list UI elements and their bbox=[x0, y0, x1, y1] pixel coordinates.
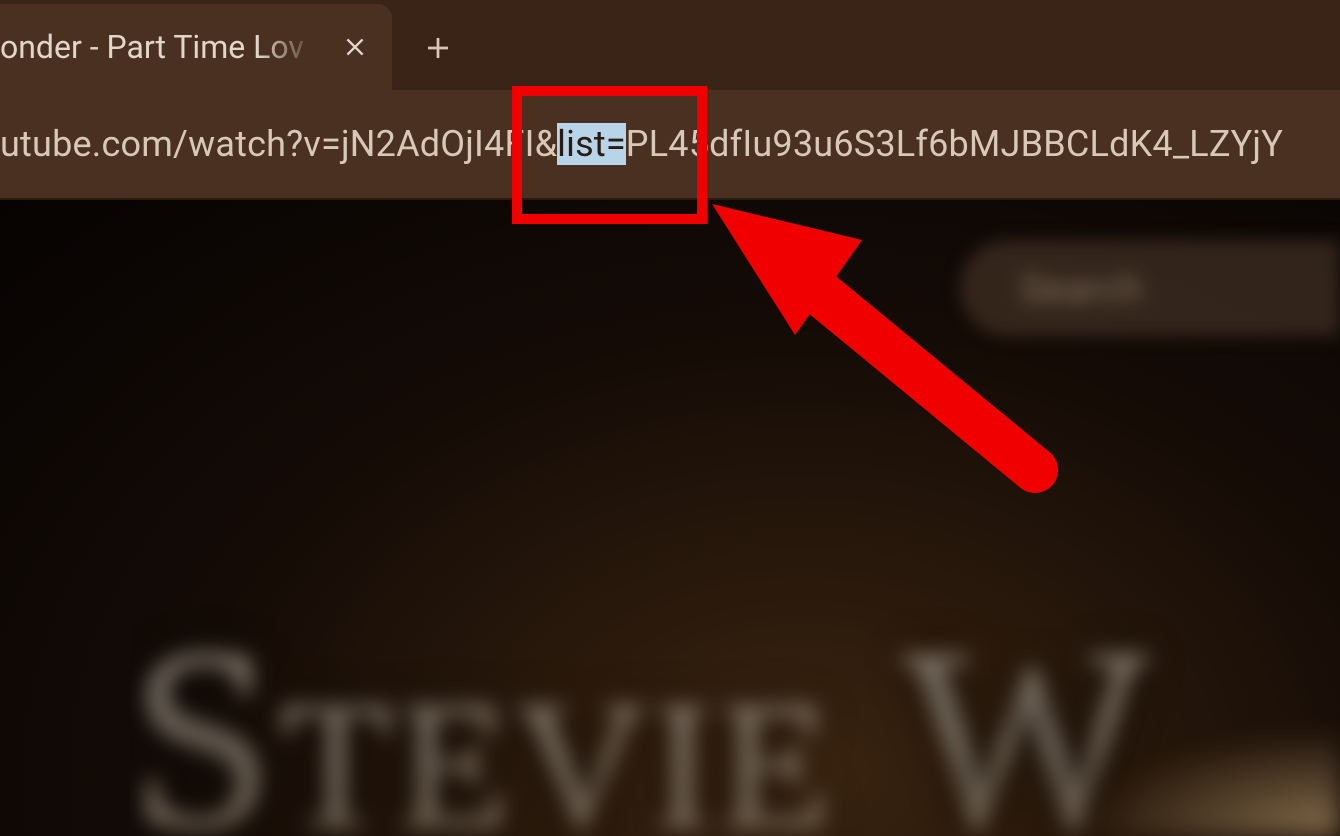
browser-tab[interactable]: onder - Part Time Lov bbox=[0, 4, 392, 90]
toolbar: utube.com/watch?v=jN2AdOjI4FI&list=PL45d… bbox=[0, 90, 1340, 200]
search-box[interactable]: Search bbox=[960, 240, 1340, 336]
url-segment-pre: utube.com/watch?v=jN2AdOjI4FI& bbox=[0, 123, 557, 165]
new-tab-button[interactable] bbox=[414, 24, 462, 72]
plus-icon bbox=[423, 33, 453, 63]
url-segment-selected: list= bbox=[557, 123, 626, 165]
search-placeholder: Search bbox=[1020, 265, 1143, 312]
tab-title: onder - Part Time Lov bbox=[0, 28, 330, 66]
url-segment-post: PL45dfIu93u6S3Lf6bMJBBCLdK4_LZYjY bbox=[626, 123, 1283, 165]
close-icon bbox=[342, 34, 368, 60]
page-content: Search Stevie W bbox=[0, 200, 1340, 836]
close-tab-button[interactable] bbox=[340, 32, 370, 62]
tab-strip: onder - Part Time Lov bbox=[0, 0, 1340, 90]
address-bar[interactable]: utube.com/watch?v=jN2AdOjI4FI&list=PL45d… bbox=[0, 123, 1340, 165]
decorative-glow bbox=[1080, 726, 1340, 836]
